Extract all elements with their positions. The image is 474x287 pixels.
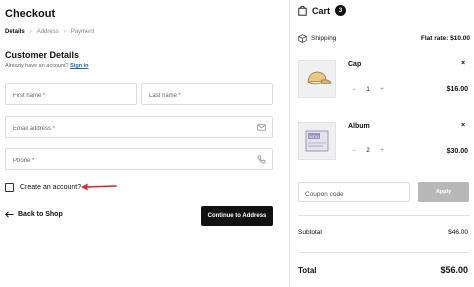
- remove-item-icon[interactable]: ×: [461, 60, 465, 67]
- album-icon: WOO: [305, 130, 329, 152]
- first-name-field[interactable]: [5, 83, 137, 106]
- sign-in-link[interactable]: Sign in: [70, 63, 88, 69]
- increase-quantity-button[interactable]: +: [376, 87, 388, 93]
- divider: [298, 215, 470, 216]
- account-prompt: Already have an account? Sign in: [5, 63, 88, 69]
- divider: [298, 252, 470, 253]
- breadcrumb: Details › Address › Payment: [5, 29, 94, 35]
- cap-icon: [307, 71, 332, 85]
- increase-quantity-button[interactable]: +: [376, 148, 388, 154]
- create-account-checkbox[interactable]: [5, 183, 14, 192]
- shopping-bag-icon: [298, 5, 307, 16]
- phone-field[interactable]: [5, 148, 273, 171]
- envelope-icon: [257, 124, 266, 131]
- shipping-row: Shipping Flat rate: $10.00: [298, 32, 470, 44]
- email-input[interactable]: [6, 119, 272, 139]
- cart-header: Cart 3: [298, 5, 347, 16]
- subtotal-label: Subtotal: [298, 229, 322, 236]
- first-name-input[interactable]: [6, 86, 136, 106]
- shipping-rate: Flat rate: $10.00: [420, 34, 470, 42]
- chevron-right-icon: ›: [29, 29, 32, 35]
- apply-coupon-button[interactable]: Apply: [418, 182, 469, 202]
- cap-thumbnail[interactable]: [298, 60, 336, 98]
- last-name-input[interactable]: [142, 86, 272, 106]
- svg-text:WOO: WOO: [309, 134, 319, 139]
- album-thumbnail[interactable]: WOO: [298, 122, 336, 160]
- email-field[interactable]: [5, 116, 273, 139]
- last-name-field[interactable]: [141, 83, 273, 106]
- breadcrumb-address[interactable]: Address: [37, 29, 59, 35]
- decrease-quantity-button[interactable]: −: [348, 87, 360, 93]
- arrow-left-icon: [5, 211, 14, 218]
- back-to-shop-label[interactable]: Back to Shop: [18, 211, 63, 218]
- shipping-label: Shipping: [311, 34, 337, 42]
- create-account-label[interactable]: Create an account?: [20, 184, 81, 191]
- continue-to-address-button[interactable]: Continue to Address: [201, 206, 273, 226]
- checkout-form-panel: Checkout Details › Address › Payment Cus…: [0, 0, 284, 287]
- phone-icon: [257, 155, 266, 164]
- cart-item-price: $30.00: [446, 148, 468, 155]
- breadcrumb-details[interactable]: Details: [5, 29, 25, 35]
- cart-item-name[interactable]: Cap: [348, 61, 361, 68]
- cart-count-badge: 3: [335, 5, 347, 16]
- chevron-right-icon: ›: [63, 29, 66, 35]
- phone-input[interactable]: [6, 151, 272, 171]
- back-to-shop-link[interactable]: Back to Shop: [5, 211, 63, 218]
- coupon-field[interactable]: [298, 182, 410, 204]
- subtotal-value: $46.00: [448, 229, 468, 236]
- page-title: Checkout: [5, 8, 56, 20]
- section-title: Customer Details: [5, 50, 80, 60]
- total-label: Total: [298, 266, 317, 275]
- annotation-arrow-icon: [81, 183, 117, 191]
- cart-title: Cart: [312, 5, 331, 16]
- total-value: $56.00: [440, 265, 468, 275]
- breadcrumb-payment[interactable]: Payment: [71, 29, 95, 35]
- remove-item-icon[interactable]: ×: [461, 122, 465, 129]
- coupon-input[interactable]: [299, 185, 409, 204]
- create-account-option[interactable]: Create an account?: [5, 183, 81, 192]
- decrease-quantity-button[interactable]: −: [348, 148, 360, 154]
- cart-summary-panel: Cart 3 Shipping Flat rate: $10.00 Cap × …: [289, 0, 474, 287]
- quantity-value[interactable]: 2: [362, 148, 374, 154]
- cart-item-name[interactable]: Album: [348, 123, 370, 130]
- account-prompt-text: Already have an account?: [5, 63, 69, 69]
- quantity-value[interactable]: 1: [362, 87, 374, 93]
- quantity-stepper[interactable]: − 2 +: [348, 144, 388, 157]
- box-icon: [298, 33, 307, 43]
- cart-item-price: $16.00: [446, 86, 468, 93]
- quantity-stepper[interactable]: − 1 +: [348, 83, 388, 96]
